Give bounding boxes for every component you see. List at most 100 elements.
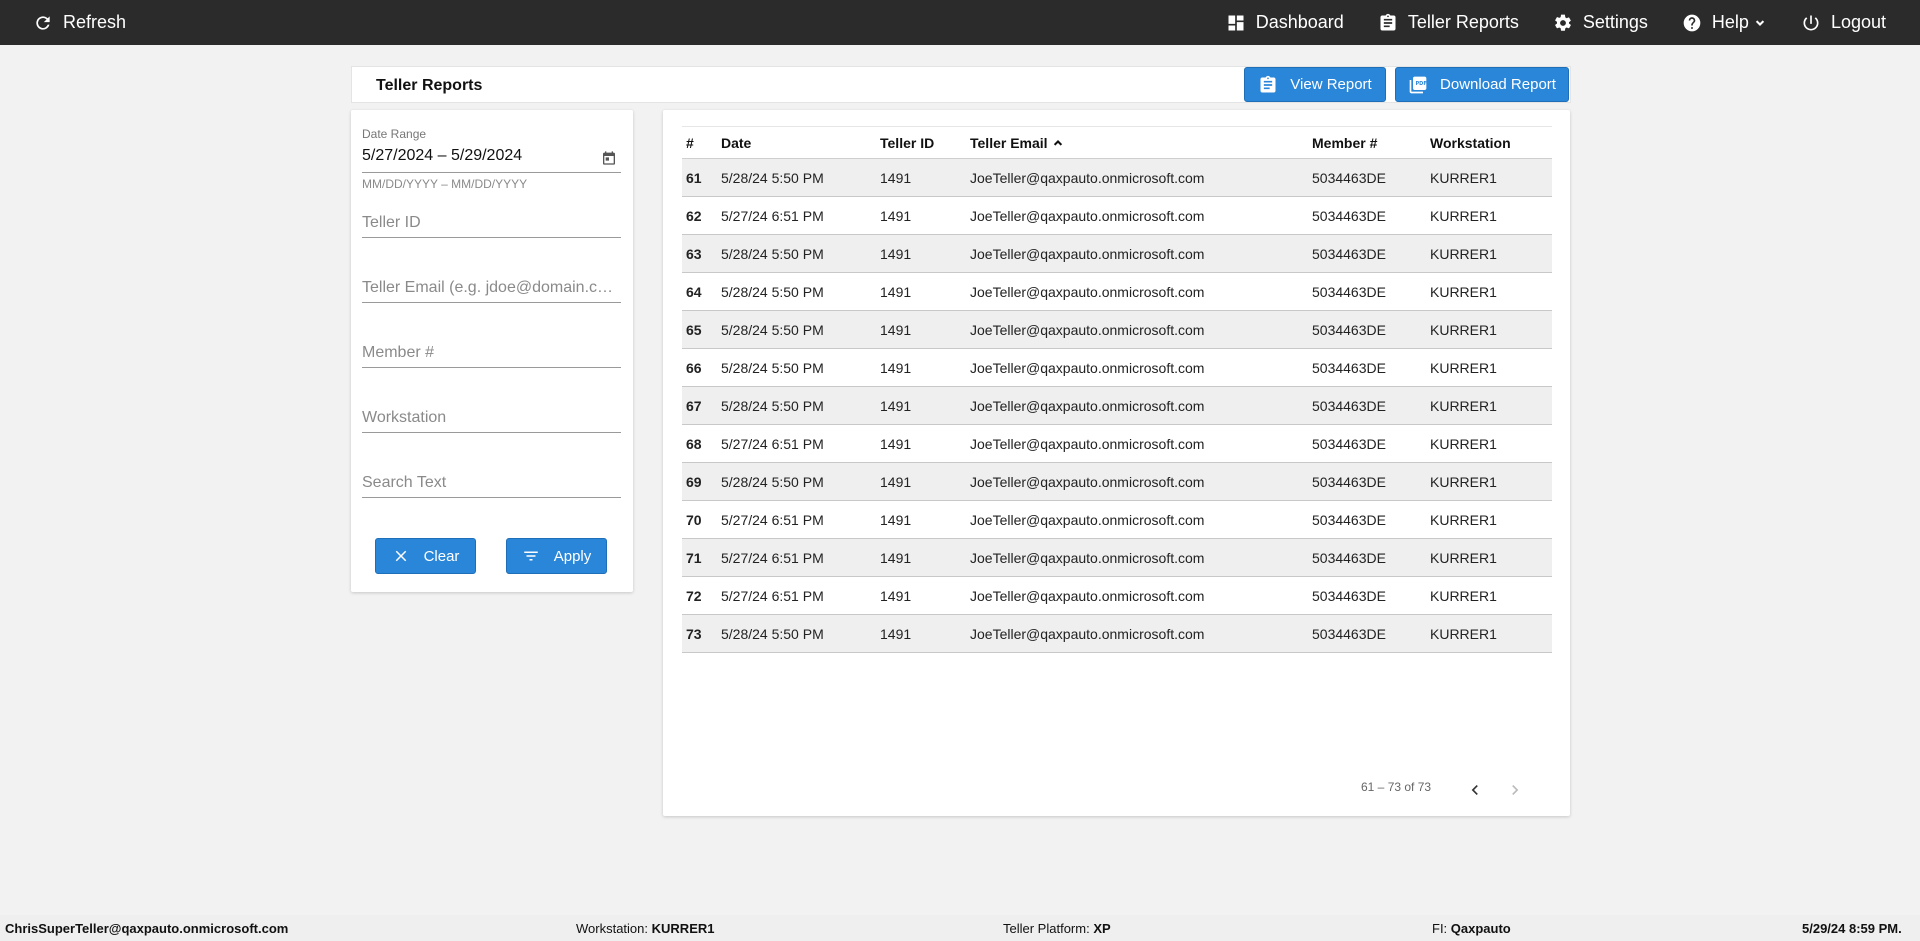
svg-text:PDF: PDF bbox=[1416, 81, 1427, 87]
clipboard-icon bbox=[1260, 75, 1276, 92]
col-header-teller-id[interactable]: Teller ID bbox=[880, 135, 934, 151]
col-header-teller-email[interactable]: Teller Email bbox=[970, 135, 1065, 151]
footer-workstation: Workstation: KURRER1 bbox=[576, 921, 715, 936]
cell-date: 5/28/24 5:50 PM bbox=[721, 473, 824, 490]
cell-number: 68 bbox=[686, 435, 702, 452]
nav-dashboard[interactable]: Dashboard bbox=[1226, 0, 1344, 45]
nav-teller-reports-label: Teller Reports bbox=[1407, 12, 1519, 32]
footer-user: ChrisSuperTeller@qaxpauto.onmicrosoft.co… bbox=[5, 921, 289, 936]
cell-workstation: KURRER1 bbox=[1430, 283, 1497, 300]
date-range-value: 5/27/2024 – 5/29/2024 bbox=[362, 147, 523, 164]
next-page-button[interactable] bbox=[1503, 778, 1527, 802]
table-row[interactable]: 65 5/28/24 5:50 PM 1491 JoeTeller@qaxpauto.… bbox=[682, 311, 1552, 349]
cell-teller-email: JoeTeller@qaxpauto.onmicrosoft.com bbox=[970, 359, 1205, 376]
date-range-label: Date Range bbox=[362, 127, 427, 141]
cell-teller-id: 1491 bbox=[880, 207, 912, 224]
cell-date: 5/28/24 5:50 PM bbox=[721, 397, 824, 414]
col-header-number[interactable]: # bbox=[686, 135, 694, 151]
table-row[interactable]: 62 5/27/24 6:51 PM 1491 JoeTeller@qaxpauto.… bbox=[682, 197, 1552, 235]
cell-teller-id: 1491 bbox=[880, 473, 912, 490]
chevron-left-icon bbox=[1471, 785, 1478, 795]
download-report-button[interactable]: PDF Download Report bbox=[1395, 67, 1569, 102]
col-header-date[interactable]: Date bbox=[721, 135, 751, 151]
chevron-down-icon bbox=[1755, 19, 1765, 26]
cell-workstation: KURRER1 bbox=[1430, 473, 1497, 490]
table-row[interactable]: 67 5/28/24 5:50 PM 1491 JoeTeller@qaxpauto.… bbox=[682, 387, 1552, 425]
teller-email-input[interactable]: Teller Email (e.g. jdoe@domain.com) bbox=[362, 265, 621, 303]
cell-number: 62 bbox=[686, 207, 702, 224]
calendar-icon[interactable] bbox=[601, 150, 617, 166]
member-input[interactable]: Member # bbox=[362, 330, 621, 368]
nav-help[interactable]: Help bbox=[1682, 0, 1767, 45]
cell-teller-id: 1491 bbox=[880, 283, 912, 300]
cell-teller-email: JoeTeller@qaxpauto.onmicrosoft.com bbox=[970, 321, 1205, 338]
results-table: # Date Teller ID Teller Email Member # W… bbox=[682, 126, 1552, 653]
refresh-icon bbox=[36, 15, 50, 30]
dashboard-icon bbox=[1228, 15, 1244, 30]
cell-workstation: KURRER1 bbox=[1430, 587, 1497, 604]
cell-member: 5034463DE bbox=[1312, 283, 1386, 300]
nav-settings[interactable]: Settings bbox=[1553, 0, 1648, 45]
cell-member: 5034463DE bbox=[1312, 435, 1386, 452]
footer-datetime: 5/29/24 8:59 PM. bbox=[1802, 921, 1902, 936]
cell-date: 5/27/24 6:51 PM bbox=[721, 587, 824, 604]
nav-teller-reports[interactable]: Teller Reports bbox=[1378, 0, 1519, 45]
col-header-workstation[interactable]: Workstation bbox=[1430, 135, 1511, 151]
cell-teller-email: JoeTeller@qaxpauto.onmicrosoft.com bbox=[970, 169, 1205, 186]
table-row[interactable]: 66 5/28/24 5:50 PM 1491 JoeTeller@qaxpauto.… bbox=[682, 349, 1552, 387]
filter-icon bbox=[523, 551, 538, 561]
table-row[interactable]: 71 5/27/24 6:51 PM 1491 JoeTeller@qaxpauto.… bbox=[682, 539, 1552, 577]
table-row[interactable]: 64 5/28/24 5:50 PM 1491 JoeTeller@qaxpauto.… bbox=[682, 273, 1552, 311]
table-header: # Date Teller ID Teller Email Member # W… bbox=[682, 126, 1552, 159]
cell-teller-email: JoeTeller@qaxpauto.onmicrosoft.com bbox=[970, 283, 1205, 300]
view-report-button[interactable]: View Report bbox=[1244, 67, 1386, 102]
cell-member: 5034463DE bbox=[1312, 549, 1386, 566]
cell-teller-email: JoeTeller@qaxpauto.onmicrosoft.com bbox=[970, 245, 1205, 262]
cell-member: 5034463DE bbox=[1312, 397, 1386, 414]
cell-workstation: KURRER1 bbox=[1430, 397, 1497, 414]
teller-email-placeholder: Teller Email (e.g. jdoe@domain.com) bbox=[362, 279, 617, 296]
apply-button[interactable]: Apply bbox=[506, 538, 607, 574]
table-row[interactable]: 63 5/28/24 5:50 PM 1491 JoeTeller@qaxpauto.… bbox=[682, 235, 1552, 273]
cell-member: 5034463DE bbox=[1312, 169, 1386, 186]
cell-number: 73 bbox=[686, 625, 702, 642]
cell-member: 5034463DE bbox=[1312, 625, 1386, 642]
cell-teller-email: JoeTeller@qaxpauto.onmicrosoft.com bbox=[970, 549, 1205, 566]
clear-button[interactable]: Clear bbox=[375, 538, 476, 574]
top-bar: Refresh Dashboard Teller Reports Setting… bbox=[0, 0, 1920, 45]
date-range-input[interactable]: 5/27/2024 – 5/29/2024 bbox=[362, 140, 621, 173]
previous-page-button[interactable] bbox=[1463, 778, 1487, 802]
table-row[interactable]: 72 5/27/24 6:51 PM 1491 JoeTeller@qaxpauto.… bbox=[682, 577, 1552, 615]
workstation-placeholder: Workstation bbox=[362, 409, 447, 426]
refresh-label: Refresh bbox=[63, 12, 127, 32]
nav-logout[interactable]: Logout bbox=[1801, 0, 1886, 45]
refresh-button[interactable]: Refresh bbox=[33, 0, 126, 45]
cell-number: 65 bbox=[686, 321, 702, 338]
table-row[interactable]: 69 5/28/24 5:50 PM 1491 JoeTeller@qaxpauto.… bbox=[682, 463, 1552, 501]
table-row[interactable]: 70 5/27/24 6:51 PM 1491 JoeTeller@qaxpauto.… bbox=[682, 501, 1552, 539]
cell-date: 5/28/24 5:50 PM bbox=[721, 245, 824, 262]
cell-member: 5034463DE bbox=[1312, 587, 1386, 604]
search-text-input[interactable]: Search Text bbox=[362, 460, 621, 498]
table-row[interactable]: 61 5/28/24 5:50 PM 1491 JoeTeller@qaxpauto.… bbox=[682, 159, 1552, 197]
teller-id-input[interactable]: Teller ID bbox=[362, 200, 621, 238]
teller-id-placeholder: Teller ID bbox=[362, 214, 421, 231]
cell-teller-id: 1491 bbox=[880, 435, 912, 452]
table-row[interactable]: 73 5/28/24 5:50 PM 1491 JoeTeller@qaxpauto.… bbox=[682, 615, 1552, 653]
cell-member: 5034463DE bbox=[1312, 207, 1386, 224]
cell-teller-id: 1491 bbox=[880, 245, 912, 262]
nav-logout-label: Logout bbox=[1830, 12, 1886, 32]
table-body: 61 5/28/24 5:50 PM 1491 JoeTeller@qaxpauto.… bbox=[682, 159, 1552, 653]
cell-date: 5/27/24 6:51 PM bbox=[721, 207, 824, 224]
cell-date: 5/27/24 6:51 PM bbox=[721, 549, 824, 566]
workstation-input[interactable]: Workstation bbox=[362, 395, 621, 433]
cell-member: 5034463DE bbox=[1312, 245, 1386, 262]
cell-workstation: KURRER1 bbox=[1430, 245, 1497, 262]
date-range-hint: MM/DD/YYYY – MM/DD/YYYY bbox=[362, 177, 528, 191]
cell-teller-email: JoeTeller@qaxpauto.onmicrosoft.com bbox=[970, 207, 1205, 224]
cell-date: 5/27/24 6:51 PM bbox=[721, 435, 824, 452]
cell-member: 5034463DE bbox=[1312, 321, 1386, 338]
col-header-member[interactable]: Member # bbox=[1312, 135, 1377, 151]
cell-member: 5034463DE bbox=[1312, 359, 1386, 376]
table-row[interactable]: 68 5/27/24 6:51 PM 1491 JoeTeller@qaxpauto.… bbox=[682, 425, 1552, 463]
